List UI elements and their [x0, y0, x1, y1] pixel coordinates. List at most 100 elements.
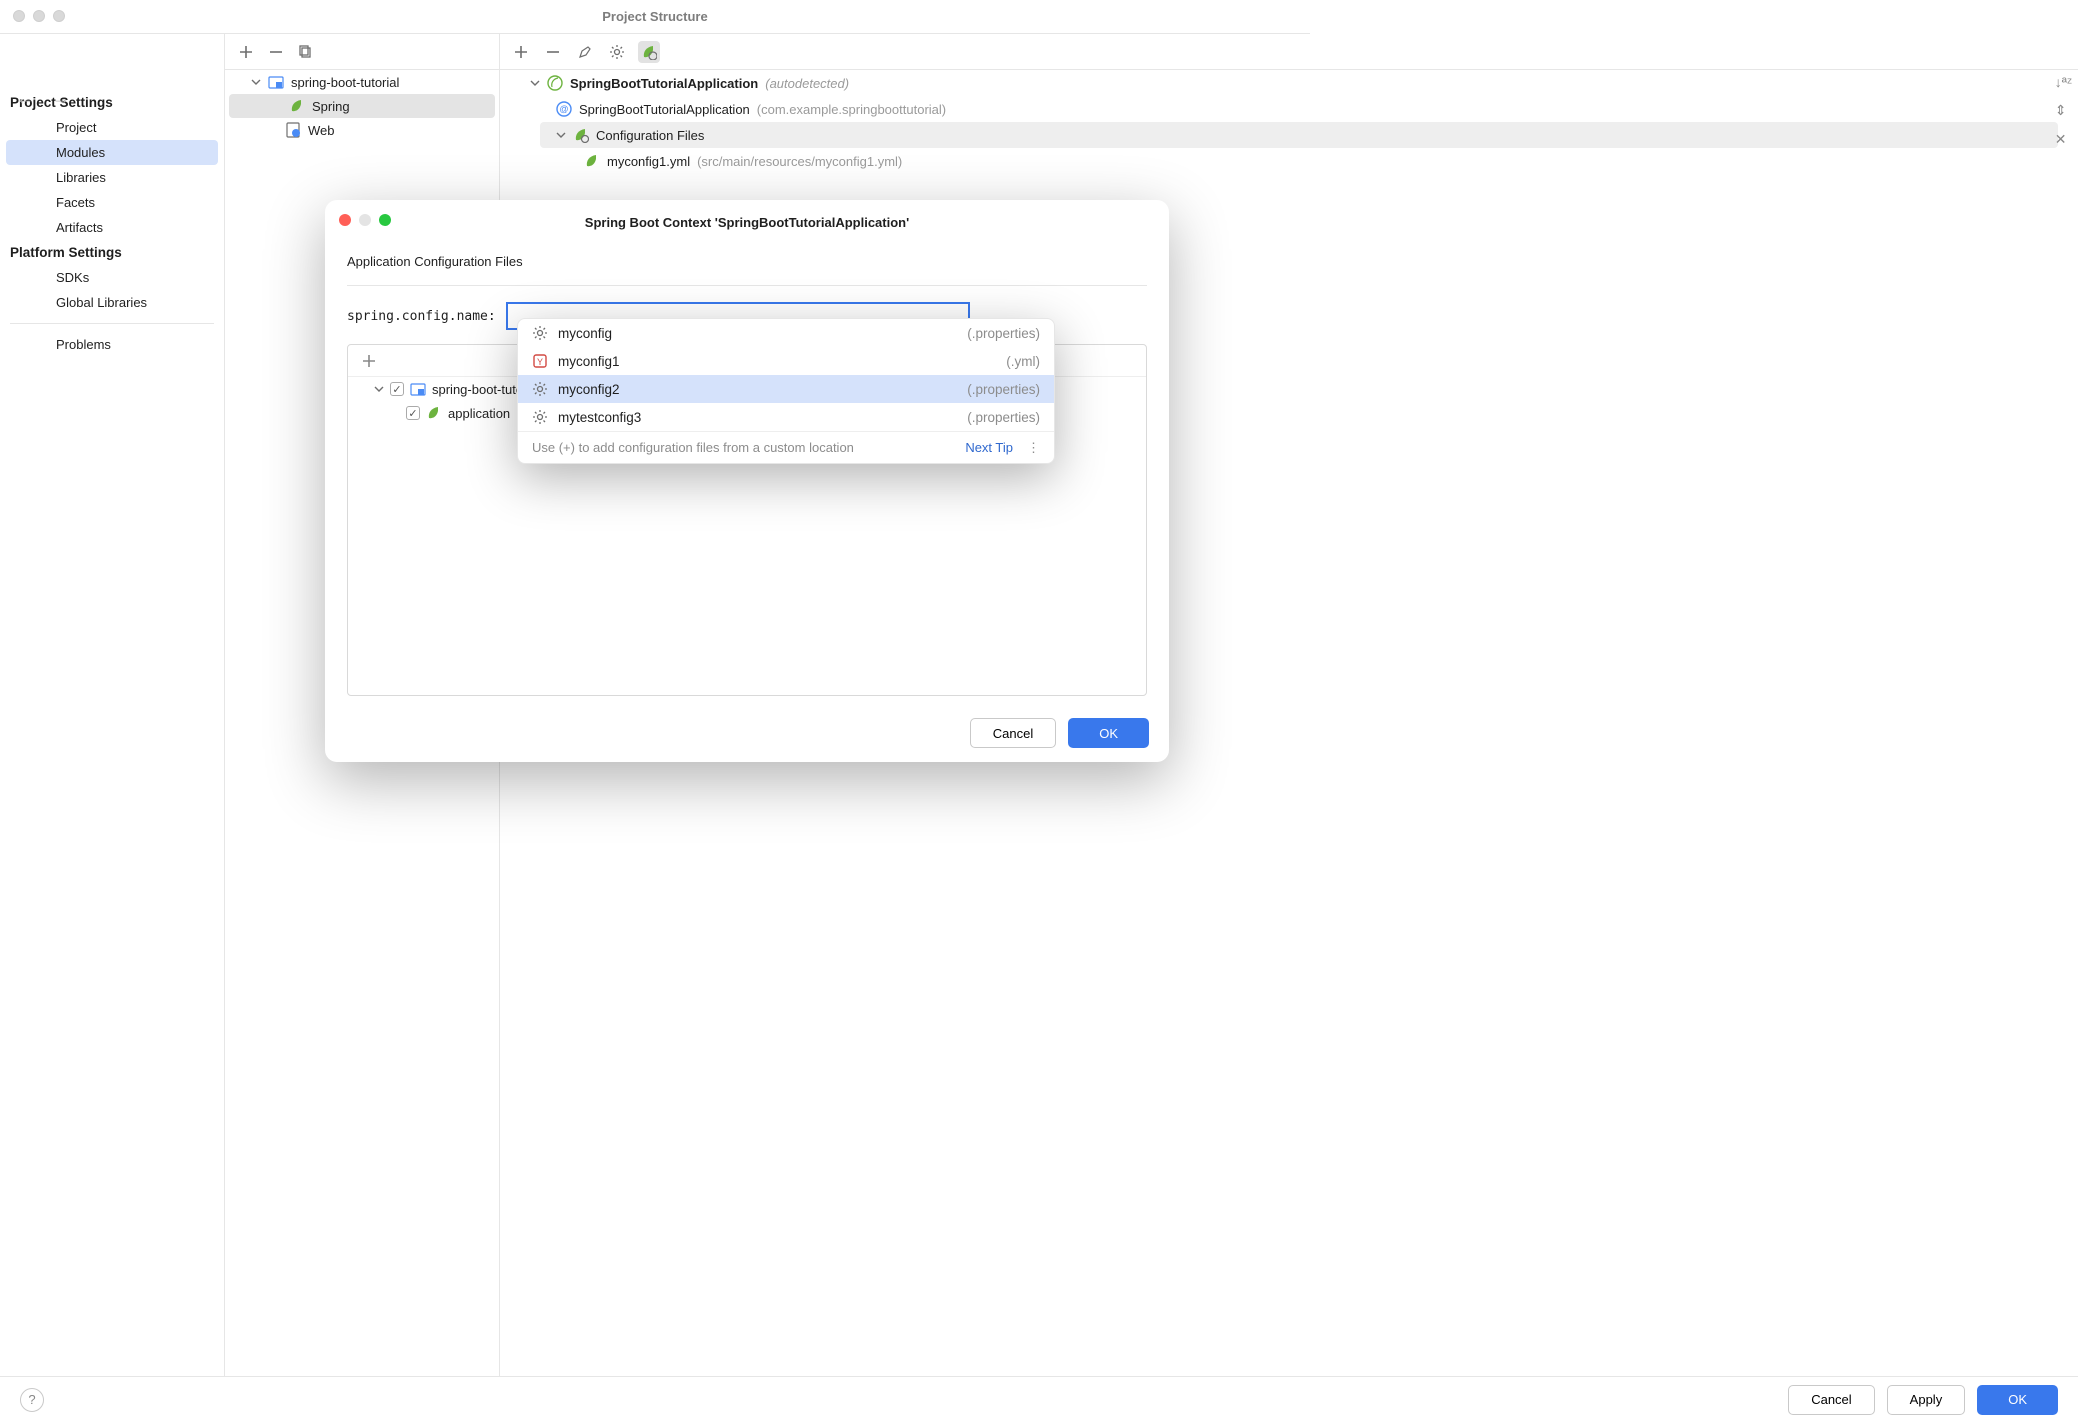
folder-module-icon: [410, 381, 426, 397]
spring-app-icon: [547, 75, 563, 91]
sidebar-item-facets[interactable]: Facets: [6, 190, 218, 215]
gear-icon: [532, 325, 548, 341]
window-apply-button[interactable]: Apply: [1887, 1385, 1966, 1415]
window-ok-button[interactable]: OK: [1977, 1385, 2058, 1415]
ac-footer-hint: Use (+) to add configuration files from …: [532, 440, 854, 455]
chevron-down-icon: [374, 384, 384, 394]
sidebar-item-project[interactable]: Project: [6, 115, 218, 140]
spring-yml-icon: [426, 405, 442, 421]
modal-minimize-icon[interactable]: [359, 214, 371, 226]
modal-divider: [347, 285, 1147, 286]
zoom-window-icon[interactable]: [53, 10, 65, 22]
detail-toolbar: [500, 34, 2078, 70]
facet-web[interactable]: Web: [225, 118, 499, 142]
spring-boot-config-icon[interactable]: [638, 41, 660, 63]
modal-footer: Cancel OK: [970, 718, 1149, 748]
module-root[interactable]: spring-boot-tutorial: [225, 70, 499, 94]
settings-sidebar: ← → Project Settings Project Modules Lib…: [0, 34, 225, 1376]
root-checkbox[interactable]: ✓: [390, 382, 404, 396]
modal-zoom-icon[interactable]: [379, 214, 391, 226]
facet-spring-label: Spring: [312, 99, 350, 114]
app-root-row[interactable]: SpringBootTutorialApplication (autodetec…: [500, 70, 2078, 96]
svg-text:@: @: [559, 104, 568, 114]
modal-traffic-lights: [339, 214, 391, 226]
ac-item-name: myconfig: [558, 326, 612, 341]
add-config-file-icon[interactable]: [358, 350, 380, 372]
bottom-buttons: Cancel Apply OK: [1788, 1385, 2058, 1415]
chevron-down-icon: [556, 130, 566, 140]
remove-context-icon[interactable]: [542, 41, 564, 63]
nav-forward-icon[interactable]: →: [52, 88, 70, 109]
chevron-down-icon: [530, 78, 540, 88]
facet-spring[interactable]: Spring: [229, 94, 495, 118]
ac-item-myconfig1[interactable]: Y myconfig1 (.yml): [518, 347, 1054, 375]
ac-item-ext: (.properties): [967, 410, 1040, 425]
minimize-window-icon[interactable]: [33, 10, 45, 22]
app-suffix: (autodetected): [765, 76, 849, 91]
copy-module-icon[interactable]: [295, 41, 317, 63]
window-cancel-button[interactable]: Cancel: [1788, 1385, 1874, 1415]
sidebar-item-modules[interactable]: Modules: [6, 140, 218, 165]
edit-context-icon[interactable]: [574, 41, 596, 63]
nav-back-icon[interactable]: ←: [16, 88, 34, 109]
gear-icon: [532, 409, 548, 425]
platform-settings-heading: Platform Settings: [0, 240, 224, 265]
modal-section-label: Application Configuration Files: [347, 254, 1147, 269]
bean-icon: @: [556, 101, 572, 117]
app-child-name: SpringBootTutorialApplication: [579, 102, 750, 117]
sidebar-item-artifacts[interactable]: Artifacts: [6, 215, 218, 240]
modal-body: Application Configuration Files spring.c…: [325, 240, 1169, 696]
facet-web-label: Web: [308, 123, 335, 138]
sidebar-item-sdks[interactable]: SDKs: [6, 265, 218, 290]
app-name: SpringBootTutorialApplication: [570, 76, 758, 91]
ac-item-mytestconfig3[interactable]: mytestconfig3 (.properties): [518, 403, 1054, 431]
chevron-down-icon: [251, 77, 261, 87]
modal-title-bar: Spring Boot Context 'SpringBootTutorialA…: [325, 200, 1169, 240]
module-root-label: spring-boot-tutorial: [291, 75, 399, 90]
ac-item-ext: (.yml): [1006, 354, 1040, 369]
ac-item-ext: (.properties): [967, 382, 1040, 397]
close-window-icon[interactable]: [13, 10, 25, 22]
config-file-name: myconfig1.yml: [607, 154, 690, 169]
help-icon[interactable]: ?: [20, 1388, 44, 1412]
ac-item-name: myconfig2: [558, 382, 620, 397]
expand-collapse-icon[interactable]: ⇕: [2055, 102, 2072, 119]
modal-cancel-button[interactable]: Cancel: [970, 718, 1056, 748]
gear-icon: [532, 381, 548, 397]
add-module-icon[interactable]: [235, 41, 257, 63]
window-title: Project Structure: [0, 9, 1310, 24]
ac-item-name: myconfig1: [558, 354, 620, 369]
window-bottom-bar: ? Cancel Apply OK: [0, 1376, 2078, 1422]
config-files-label: Configuration Files: [596, 128, 704, 143]
mac-traffic-lights: [13, 10, 65, 22]
nav-history: ← →: [16, 88, 70, 109]
spring-config-icon: [573, 127, 589, 143]
modal-close-icon[interactable]: [339, 214, 351, 226]
detail-right-gutter: ↓ªᶻ ⇕ ✕: [2055, 74, 2072, 148]
web-file-icon: [285, 122, 301, 138]
gear-icon[interactable]: [606, 41, 628, 63]
kebab-menu-icon[interactable]: ⋮: [1027, 440, 1040, 456]
remove-module-icon[interactable]: [265, 41, 287, 63]
ac-item-myconfig2[interactable]: myconfig2 (.properties): [518, 375, 1054, 403]
spring-yml-icon: [584, 153, 600, 169]
modal-title: Spring Boot Context 'SpringBootTutorialA…: [325, 211, 1169, 230]
config-name-label: spring.config.name:: [347, 309, 496, 324]
modal-ok-button[interactable]: OK: [1068, 718, 1149, 748]
file-checkbox[interactable]: ✓: [406, 406, 420, 420]
add-context-icon[interactable]: [510, 41, 532, 63]
close-panel-icon[interactable]: ✕: [2055, 131, 2072, 148]
ac-item-ext: (.properties): [967, 326, 1040, 341]
sidebar-item-problems[interactable]: Problems: [6, 332, 218, 357]
next-tip-link[interactable]: Next Tip: [965, 440, 1013, 455]
title-bar: Project Structure: [0, 0, 1310, 34]
sidebar-item-libraries[interactable]: Libraries: [6, 165, 218, 190]
config-files-row[interactable]: Configuration Files: [540, 122, 2058, 148]
spring-leaf-icon: [289, 98, 305, 114]
ac-item-myconfig[interactable]: myconfig (.properties): [518, 319, 1054, 347]
sort-alpha-icon[interactable]: ↓ªᶻ: [2055, 74, 2072, 90]
config-tree-file-label: application: [448, 406, 510, 421]
config-file-row[interactable]: myconfig1.yml (src/main/resources/myconf…: [500, 148, 2078, 174]
sidebar-item-global-libraries[interactable]: Global Libraries: [6, 290, 218, 315]
app-child-row[interactable]: @ SpringBootTutorialApplication (com.exa…: [500, 96, 2078, 122]
